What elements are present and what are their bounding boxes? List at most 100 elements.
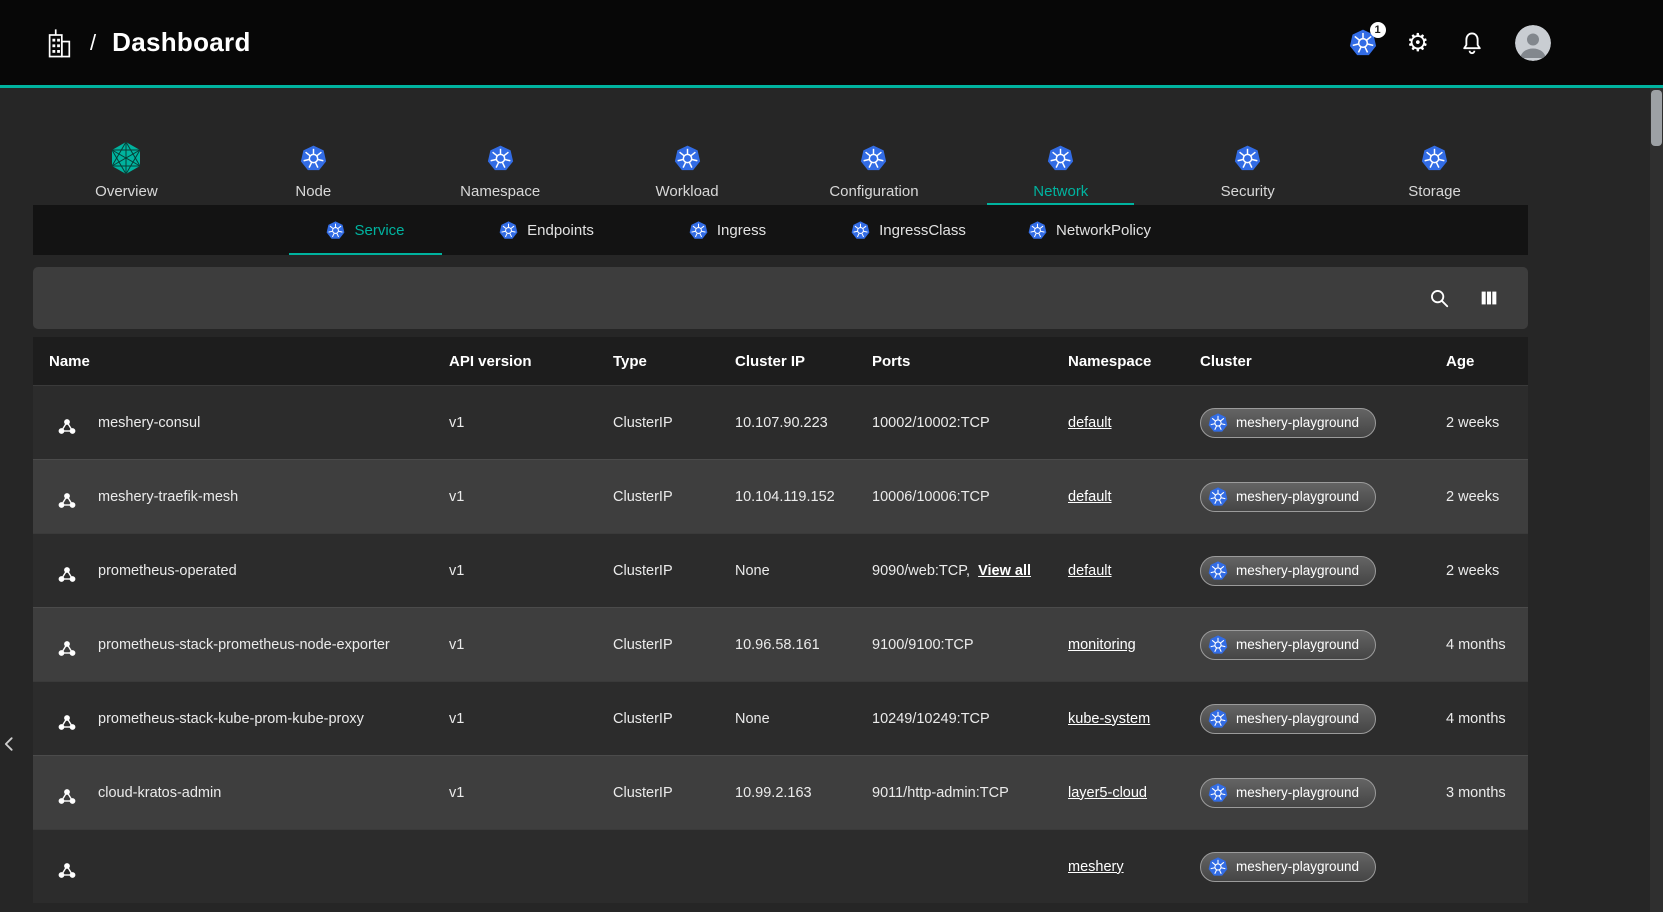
kubernetes-icon <box>689 221 708 240</box>
cell-cluster: meshery-playground <box>1200 852 1446 882</box>
tab-label: Security <box>1221 183 1275 200</box>
ports-value: 9090/web:TCP, <box>872 563 970 579</box>
tab-network[interactable]: Network <box>967 133 1154 205</box>
subtab-label: Service <box>354 222 404 239</box>
subtab-ingressclass[interactable]: IngressClass <box>818 205 999 255</box>
column-header-namespace[interactable]: Namespace <box>1068 353 1200 370</box>
gear-icon: ⚙ <box>1407 30 1429 55</box>
subtab-label: IngressClass <box>879 222 966 239</box>
namespace-link[interactable]: default <box>1068 415 1112 431</box>
tab-workload[interactable]: Workload <box>594 133 781 205</box>
cell-cluster: meshery-playground <box>1200 704 1446 734</box>
cell-cluster: meshery-playground <box>1200 630 1446 660</box>
table-row[interactable]: cloud-kratos-admin v1 ClusterIP 10.99.2.… <box>33 755 1528 829</box>
cluster-chip[interactable]: meshery-playground <box>1200 852 1376 882</box>
table-row[interactable]: meshery-consul v1 ClusterIP 10.107.90.22… <box>33 385 1528 459</box>
cell-type: ClusterIP <box>613 785 735 801</box>
kubernetes-icon <box>1208 709 1228 729</box>
cell-ports: 9011/http-admin:TCP <box>872 785 1068 801</box>
cell-namespace: monitoring <box>1068 637 1200 653</box>
service-icon <box>49 406 85 440</box>
kubernetes-icon <box>1028 221 1047 240</box>
cluster-chip[interactable]: meshery-playground <box>1200 408 1376 438</box>
cell-cluster-ip: None <box>735 711 872 727</box>
subtab-networkpolicy[interactable]: NetworkPolicy <box>999 205 1180 255</box>
organization-icon[interactable] <box>44 26 74 59</box>
cluster-chip[interactable]: meshery-playground <box>1200 556 1376 586</box>
kubernetes-icon <box>499 221 518 240</box>
cell-ports: 10002/10002:TCP <box>872 415 1068 431</box>
column-header-ports[interactable]: Ports <box>872 353 1068 370</box>
subtab-label: Ingress <box>717 222 766 239</box>
ports-value: 10002/10002:TCP <box>872 415 990 431</box>
cell-cluster-ip: 10.99.2.163 <box>735 785 872 801</box>
table-body: meshery-consul v1 ClusterIP 10.107.90.22… <box>33 385 1528 903</box>
subtab-service[interactable]: Service <box>275 205 456 255</box>
service-name: meshery-consul <box>98 415 200 431</box>
table-row[interactable]: meshery-traefik-mesh v1 ClusterIP 10.104… <box>33 459 1528 533</box>
app-header: / Dashboard 1 ⚙ <box>0 0 1663 88</box>
tab-security[interactable]: Security <box>1154 133 1341 205</box>
search-button[interactable] <box>1424 283 1454 313</box>
cluster-name: meshery-playground <box>1236 637 1359 652</box>
cell-cluster: meshery-playground <box>1200 556 1446 586</box>
kubernetes-icon <box>851 221 870 240</box>
subtab-ingress[interactable]: Ingress <box>637 205 818 255</box>
cell-age: 2 weeks <box>1446 563 1528 579</box>
column-header-cluster-ip[interactable]: Cluster IP <box>735 353 872 370</box>
collapse-drawer-button[interactable] <box>0 729 24 759</box>
kubernetes-icon <box>1208 783 1228 803</box>
table-row[interactable]: prometheus-stack-prometheus-node-exporte… <box>33 607 1528 681</box>
kubernetes-icon <box>1208 413 1228 433</box>
namespace-link[interactable]: default <box>1068 563 1112 579</box>
tab-label: Storage <box>1408 183 1461 200</box>
cell-cluster-ip: 10.96.58.161 <box>735 637 872 653</box>
cluster-chip[interactable]: meshery-playground <box>1200 704 1376 734</box>
service-icon <box>49 480 85 514</box>
scrollbar[interactable] <box>1650 88 1663 912</box>
kubernetes-context-button[interactable]: 1 <box>1349 29 1377 57</box>
column-header-type[interactable]: Type <box>613 353 735 370</box>
column-header-name[interactable]: Name <box>49 353 449 370</box>
cell-type: ClusterIP <box>613 415 735 431</box>
subtab-endpoints[interactable]: Endpoints <box>456 205 637 255</box>
table-row[interactable]: meshery meshery-playground <box>33 829 1528 903</box>
service-name: prometheus-operated <box>98 563 237 579</box>
tab-namespace[interactable]: Namespace <box>407 133 594 205</box>
user-avatar[interactable] <box>1515 25 1551 61</box>
avatar-icon <box>1515 25 1551 61</box>
cluster-chip[interactable]: meshery-playground <box>1200 482 1376 512</box>
ports-value: 10006/10006:TCP <box>872 489 990 505</box>
settings-button[interactable]: ⚙ <box>1407 30 1429 55</box>
services-table: Name API version Type Cluster IP Ports N… <box>33 337 1528 903</box>
cell-age: 2 weeks <box>1446 489 1528 505</box>
view-columns-button[interactable] <box>1474 283 1504 313</box>
table-row[interactable]: prometheus-stack-kube-prom-kube-proxy v1… <box>33 681 1528 755</box>
scrollbar-thumb[interactable] <box>1651 90 1662 146</box>
kubernetes-icon <box>1208 635 1228 655</box>
cell-age: 4 months <box>1446 711 1528 727</box>
tab-storage[interactable]: Storage <box>1341 133 1528 205</box>
cell-name: prometheus-operated <box>49 554 449 588</box>
view-all-ports-link[interactable]: View all <box>978 563 1031 579</box>
tab-node[interactable]: Node <box>220 133 407 205</box>
cell-ports: 9100/9100:TCP <box>872 637 1068 653</box>
tab-overview[interactable]: Overview <box>33 133 220 205</box>
cell-name: prometheus-stack-kube-prom-kube-proxy <box>49 702 449 736</box>
namespace-link[interactable]: kube-system <box>1068 711 1150 727</box>
cell-namespace: meshery <box>1068 859 1200 875</box>
tab-configuration[interactable]: Configuration <box>781 133 968 205</box>
namespace-link[interactable]: meshery <box>1068 859 1124 875</box>
column-header-api-version[interactable]: API version <box>449 353 613 370</box>
cluster-chip[interactable]: meshery-playground <box>1200 778 1376 808</box>
page-title: Dashboard <box>112 27 251 58</box>
cluster-chip[interactable]: meshery-playground <box>1200 630 1376 660</box>
namespace-link[interactable]: default <box>1068 489 1112 505</box>
namespace-link[interactable]: monitoring <box>1068 637 1136 653</box>
namespace-link[interactable]: layer5-cloud <box>1068 785 1147 801</box>
column-header-age[interactable]: Age <box>1446 353 1528 370</box>
notifications-button[interactable] <box>1459 30 1485 56</box>
table-row[interactable]: prometheus-operated v1 ClusterIP None 90… <box>33 533 1528 607</box>
breadcrumb-separator: / <box>90 30 96 56</box>
column-header-cluster[interactable]: Cluster <box>1200 353 1446 370</box>
